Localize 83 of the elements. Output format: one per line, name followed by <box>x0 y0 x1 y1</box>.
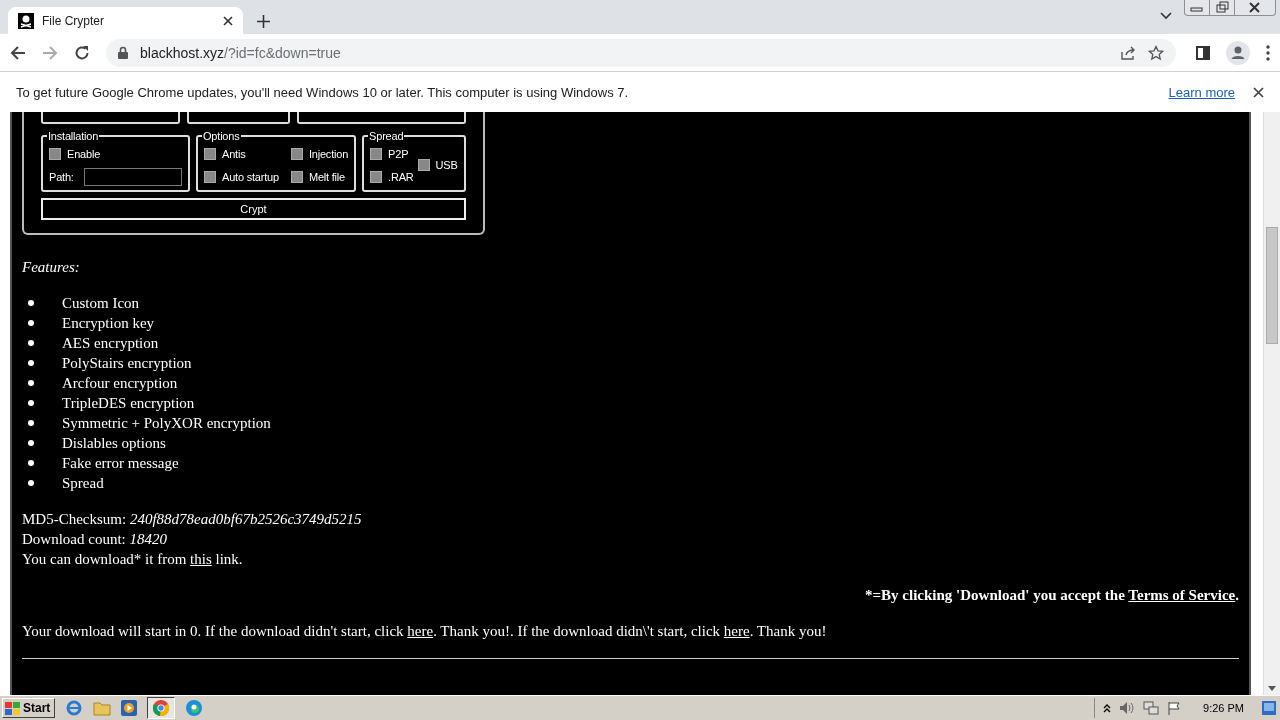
clock: 9:26 PM <box>1203 702 1244 714</box>
chrome-icon[interactable] <box>152 699 171 717</box>
windows-logo-icon <box>5 701 20 715</box>
side-panel-icon[interactable] <box>1196 45 1210 60</box>
bullet-icon <box>28 440 34 446</box>
bullet-icon <box>28 460 34 466</box>
reload-icon[interactable] <box>74 44 90 61</box>
feature-item: PolyStairs encryption <box>62 354 192 373</box>
feature-item: AES encryption <box>62 334 159 353</box>
address-bar[interactable]: blackhost.xyz/?id=fc&down=true <box>106 38 1176 67</box>
start-button[interactable]: Start <box>2 698 56 718</box>
bullet-icon <box>28 400 34 406</box>
terms-link[interactable]: Terms of Service <box>1128 587 1236 603</box>
download-text: You can download* it from this link. <box>22 550 244 569</box>
feature-item: Arcfour encryption <box>62 374 178 393</box>
scroll-down-icon[interactable] <box>1268 686 1276 691</box>
this-link[interactable]: this <box>190 551 212 567</box>
bullet-icon <box>28 320 34 326</box>
share-icon[interactable] <box>1120 44 1136 61</box>
url-text: blackhost.xyz/?id=fc&down=true <box>140 44 342 61</box>
feature-item: Spread <box>62 474 104 493</box>
browser-tab[interactable]: File Crypter <box>8 7 243 34</box>
bullet-icon <box>28 380 34 386</box>
checkbox-label: Antis <box>222 147 246 160</box>
checkbox[interactable] <box>204 170 216 183</box>
checkbox-label: P2P <box>388 147 409 160</box>
bullet-icon <box>28 300 34 306</box>
checksum-text: MD5-Checksum: 240f88d78ead0bf67b2526c3749d5215 <box>22 510 363 529</box>
flag-icon[interactable] <box>1167 701 1182 715</box>
feature-item: Custom Icon <box>62 294 140 313</box>
group-title: Options <box>202 130 241 142</box>
checkbox-label: Auto startup <box>222 170 279 183</box>
ie-icon[interactable] <box>65 699 84 717</box>
close-icon[interactable] <box>223 15 233 26</box>
group-title: Spread <box>368 130 405 142</box>
checkbox[interactable] <box>204 147 216 160</box>
tab-title: File Crypter <box>42 13 105 28</box>
back-icon[interactable] <box>10 44 26 61</box>
field-label: Path: <box>49 170 74 183</box>
checkbox-label: Enable <box>67 147 101 160</box>
star-icon[interactable] <box>1148 44 1164 61</box>
checkbox[interactable] <box>49 147 61 160</box>
checkbox[interactable] <box>370 147 383 160</box>
features-heading: Features: <box>22 259 81 276</box>
network-icon[interactable] <box>1143 700 1160 716</box>
edge-icon[interactable] <box>185 699 204 717</box>
checkbox[interactable] <box>290 170 303 183</box>
bullet-icon <box>28 480 34 486</box>
here-link[interactable]: here <box>723 623 750 639</box>
chevron-up-icon[interactable] <box>1103 703 1112 713</box>
path-field[interactable] <box>83 167 182 186</box>
download-notice: Your download will start in 0. If the download didn't start, click here. Thank you!. If the download didn\'t start, click here. Thank you! <box>22 622 828 641</box>
checkbox[interactable] <box>290 147 303 160</box>
update-message: To get future Google Chrome updates, you'll need Windows 10 or later. This computer is using Windows 7. <box>16 84 630 100</box>
bullet-icon <box>28 360 34 366</box>
bullet-icon <box>28 340 34 346</box>
feature-item: Symmetric + PolyXOR encryption <box>62 414 271 433</box>
chevron-down-icon[interactable] <box>1160 12 1172 20</box>
checkbox-label: Injection <box>308 147 349 160</box>
bullet-icon <box>28 420 34 426</box>
close-icon[interactable] <box>1253 86 1264 98</box>
download-count: Download count: 18420 <box>22 530 168 549</box>
new-tab-icon[interactable] <box>257 15 270 28</box>
checkbox-label: .RAR <box>388 170 414 183</box>
feature-item: Fake error message <box>62 454 179 473</box>
group-title: Installation <box>47 130 100 142</box>
skull-icon <box>18 12 34 29</box>
feature-item: Dislables options <box>62 434 166 453</box>
feature-item: TripleDES encryption <box>62 394 195 413</box>
media-player-icon[interactable] <box>121 700 138 716</box>
learn-more-link[interactable]: Learn more <box>1168 84 1235 100</box>
crypt-button[interactable]: Crypt <box>41 198 466 220</box>
profile-icon[interactable] <box>1226 40 1250 65</box>
checkbox-label: Melt file <box>308 170 346 183</box>
lock-icon <box>118 46 128 59</box>
scrollbar-thumb[interactable] <box>1266 227 1278 344</box>
checkbox-label: USB <box>435 159 458 171</box>
checkbox[interactable] <box>417 159 430 171</box>
speaker-icon[interactable] <box>1119 701 1136 715</box>
menu-icon[interactable] <box>1266 44 1270 61</box>
feature-item: Encryption key <box>62 314 155 333</box>
checkbox[interactable] <box>370 170 383 183</box>
terms-text: *=By clicking 'Download' you accept the Terms of Service. <box>864 586 1239 605</box>
